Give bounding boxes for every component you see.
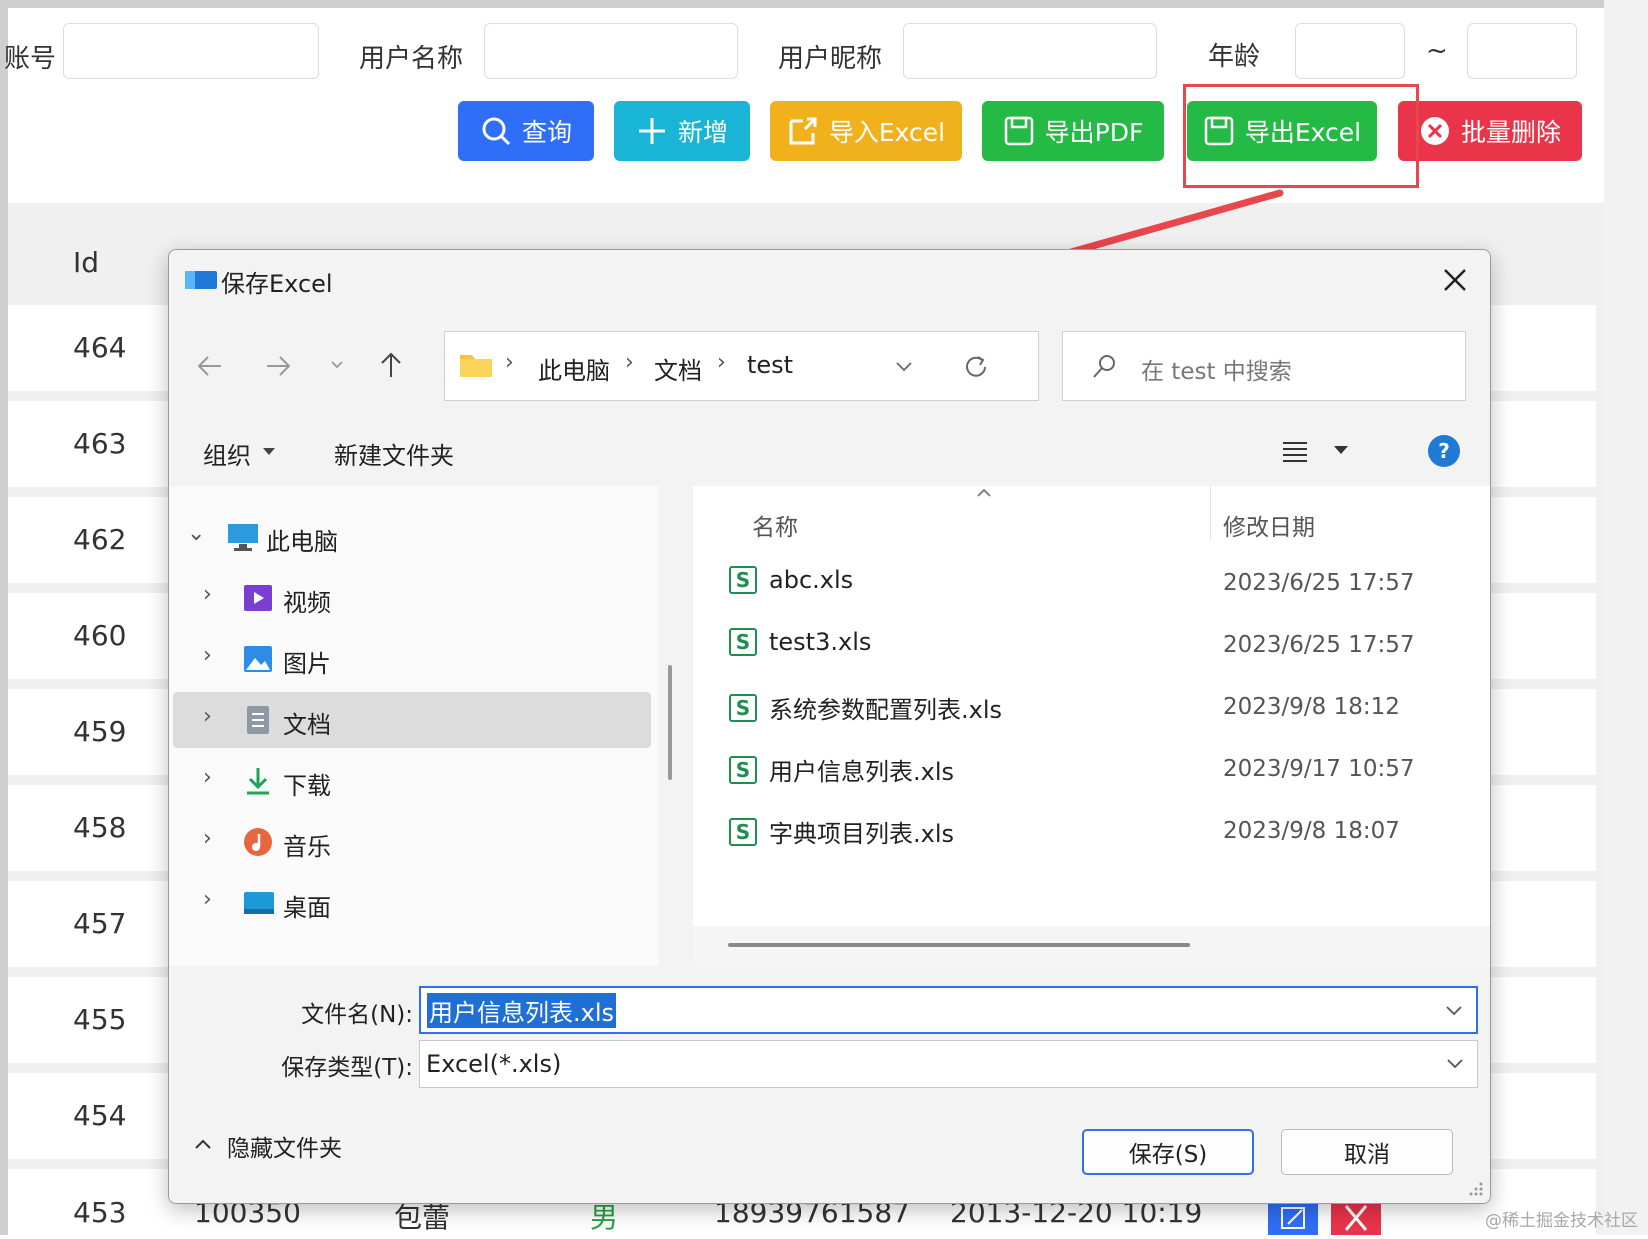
chevron-right-icon: › xyxy=(203,826,212,851)
folder-icon xyxy=(460,355,492,377)
chevron-down-icon[interactable] xyxy=(1444,1004,1464,1018)
download-icon xyxy=(247,768,269,795)
filetype-label: 保存类型(T): xyxy=(281,1055,413,1081)
chevron-right-icon: › xyxy=(203,582,212,607)
column-divider xyxy=(1210,486,1211,540)
refresh-icon[interactable] xyxy=(962,353,990,381)
hide-folders-toggle[interactable]: 隐藏文件夹 xyxy=(227,1129,342,1163)
chevron-right-icon: › xyxy=(203,765,212,790)
help-icon[interactable]: ? xyxy=(1427,434,1461,468)
file-date: 2023/9/8 18:12 xyxy=(1223,694,1400,720)
filetype-select[interactable]: Excel(*.xls) xyxy=(419,1040,1478,1088)
chevron-right-icon: › xyxy=(203,643,212,668)
caret-down-icon[interactable] xyxy=(1332,444,1350,456)
nav-label: 桌面 xyxy=(283,894,331,922)
chevron-right-icon: › xyxy=(203,704,212,729)
file-row[interactable]: S 字典项目列表.xls xyxy=(729,814,954,849)
file-row[interactable]: Sabc.xls xyxy=(729,566,853,594)
chevron-right-icon: › xyxy=(203,887,212,912)
breadcrumb-separator: › xyxy=(625,350,634,375)
back-arrow-icon[interactable] xyxy=(195,352,225,380)
file-row[interactable]: S 用户信息列表.xls xyxy=(729,752,954,787)
column-header-name[interactable]: 名称 xyxy=(752,508,798,542)
breadcrumb-documents[interactable]: 文档 xyxy=(654,351,702,386)
music-icon xyxy=(244,828,272,856)
excel-file-icon: S xyxy=(729,817,757,846)
up-arrow-icon[interactable] xyxy=(377,350,405,380)
resize-grip-icon[interactable] xyxy=(1467,1180,1485,1198)
file-name: 字典项目列表.xls xyxy=(769,820,955,848)
chevron-down-icon xyxy=(1447,1059,1463,1069)
nav-label: 下载 xyxy=(283,772,331,800)
nav-item-pictures[interactable]: › 图片 xyxy=(173,631,651,687)
chevron-down-icon: ⌄ xyxy=(187,521,206,546)
filename-value: 用户信息列表.xls xyxy=(427,992,617,1028)
sort-up-icon xyxy=(977,488,991,497)
breadcrumb-separator: › xyxy=(505,350,514,375)
forward-arrow-icon[interactable] xyxy=(263,352,293,380)
new-folder-button[interactable]: 新建文件夹 xyxy=(334,436,454,471)
column-header-date[interactable]: 修改日期 xyxy=(1223,508,1315,542)
nav-scrollbar[interactable] xyxy=(668,665,672,780)
nav-item-videos[interactable]: › 视频 xyxy=(173,570,651,626)
file-date: 2023/6/25 17:57 xyxy=(1223,570,1415,596)
chevron-up-icon[interactable] xyxy=(193,1137,213,1151)
file-date: 2023/9/8 18:07 xyxy=(1223,818,1400,844)
search-placeholder: 在 test 中搜索 xyxy=(1141,359,1292,385)
breadcrumb-separator: › xyxy=(717,350,726,375)
excel-file-icon: S xyxy=(729,628,757,656)
nav-item-desktop[interactable]: › 桌面 xyxy=(173,875,651,931)
horizontal-scrollbar[interactable] xyxy=(728,943,1190,947)
nav-item-music[interactable]: › 音乐 xyxy=(173,814,651,870)
nav-label: 文档 xyxy=(283,711,331,739)
computer-icon xyxy=(228,524,258,551)
file-row[interactable]: Stest3.xls xyxy=(729,628,871,656)
file-date: 2023/9/17 10:57 xyxy=(1223,756,1415,782)
breadcrumb-test[interactable]: test xyxy=(747,351,793,379)
file-name: 用户信息列表.xls xyxy=(769,758,955,786)
file-date: 2023/6/25 17:57 xyxy=(1223,632,1415,658)
dialog-title: 保存Excel xyxy=(221,270,333,298)
app-icon xyxy=(185,271,217,289)
save-dialog: 保存Excel › 此电脑 › 文档 › test 在 test 中搜索 组织 … xyxy=(168,249,1491,1204)
nav-item-this-pc[interactable]: ⌄ 此电脑 xyxy=(173,509,651,565)
nav-item-downloads[interactable]: › 下载 xyxy=(173,753,651,809)
nav-label: 图片 xyxy=(283,650,331,678)
file-list: 名称 修改日期 Sabc.xls 2023/6/25 17:57 Stest3.… xyxy=(693,486,1490,966)
caret-down-icon xyxy=(263,448,275,455)
view-list-icon[interactable] xyxy=(1280,437,1310,463)
document-icon xyxy=(247,706,269,734)
save-button[interactable]: 保存(S) xyxy=(1082,1129,1254,1175)
filename-label: 文件名(N): xyxy=(301,1002,413,1028)
search-box[interactable]: 在 test 中搜索 xyxy=(1062,331,1466,401)
filename-input[interactable]: 用户信息列表.xls xyxy=(419,986,1478,1034)
file-name: test3.xls xyxy=(769,628,872,656)
nav-item-documents[interactable]: › 文档 xyxy=(173,692,651,748)
nav-label: 视频 xyxy=(283,589,331,617)
watermark: @稀土掘金技术社区 xyxy=(1485,1211,1638,1231)
desktop-icon xyxy=(244,892,274,914)
navigation-pane: ⌄ 此电脑 › 视频 › 图片 › 文档 › 下载 › 音乐 › 桌面 xyxy=(169,486,659,966)
cancel-button[interactable]: 取消 xyxy=(1281,1129,1453,1175)
recent-dropdown-icon[interactable] xyxy=(329,358,345,372)
excel-file-icon: S xyxy=(729,566,757,594)
organize-menu[interactable]: 组织 xyxy=(203,436,251,471)
address-bar[interactable]: › 此电脑 › 文档 › test xyxy=(444,331,1039,401)
close-icon[interactable] xyxy=(1441,266,1469,294)
search-icon xyxy=(1093,355,1115,378)
file-row[interactable]: S 系统参数配置列表.xls xyxy=(729,690,1002,725)
nav-label: 音乐 xyxy=(283,833,331,861)
filetype-value: Excel(*.xls) xyxy=(426,1050,562,1078)
file-name: 系统参数配置列表.xls xyxy=(769,696,1003,724)
svg-text:?: ? xyxy=(1438,439,1450,463)
file-name: abc.xls xyxy=(769,566,854,594)
chevron-down-icon[interactable] xyxy=(894,359,914,375)
picture-icon xyxy=(244,646,272,672)
video-icon xyxy=(244,585,272,611)
breadcrumb-this-pc[interactable]: 此电脑 xyxy=(538,351,610,386)
excel-file-icon: S xyxy=(729,693,757,722)
nav-label: 此电脑 xyxy=(266,528,338,556)
excel-file-icon: S xyxy=(729,755,757,784)
